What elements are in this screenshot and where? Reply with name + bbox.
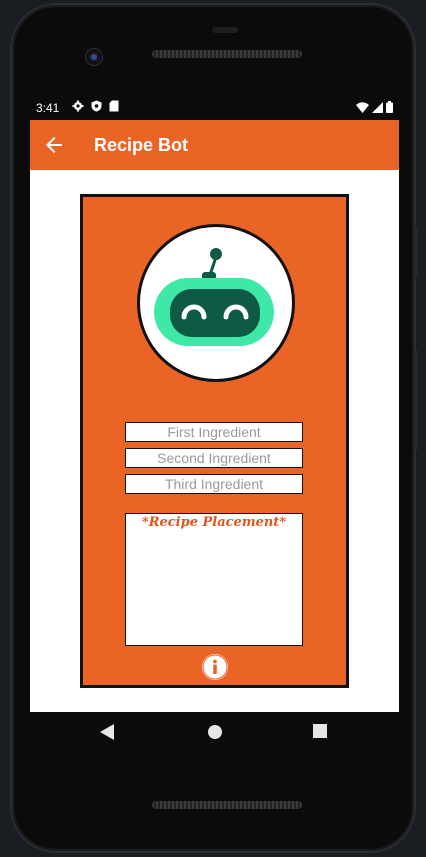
info-icon xyxy=(202,654,228,680)
app-screen: 3:41 Recipe Bot First Ingredient Second … xyxy=(30,96,399,712)
recipe-placeholder-text: *Recipe Placement* xyxy=(141,515,287,530)
sd-card-icon xyxy=(109,100,119,112)
app-title: Recipe Bot xyxy=(94,135,189,155)
third-ingredient-input[interactable] xyxy=(125,474,303,494)
info-button[interactable] xyxy=(202,654,228,680)
volume-button xyxy=(414,350,418,450)
home-circle-icon[interactable] xyxy=(207,724,223,740)
recipe-card: *Recipe Placement* xyxy=(80,194,349,688)
top-speaker xyxy=(152,50,302,58)
front-sensor xyxy=(212,27,238,33)
battery-icon xyxy=(386,101,393,113)
app-bar: Recipe Bot xyxy=(30,120,399,170)
recipe-output-box: *Recipe Placement* xyxy=(125,513,303,646)
bot-avatar xyxy=(137,224,295,382)
bottom-speaker xyxy=(152,801,302,809)
signal-icon xyxy=(372,101,383,113)
recents-square-icon[interactable] xyxy=(313,724,327,738)
robot-icon xyxy=(154,248,274,346)
status-time: 3:41 xyxy=(36,101,60,115)
front-camera xyxy=(86,49,102,65)
gear-icon xyxy=(72,100,84,112)
power-button xyxy=(414,227,418,277)
back-triangle-icon[interactable] xyxy=(100,724,114,740)
first-ingredient-input[interactable] xyxy=(125,422,303,442)
system-nav-bar xyxy=(30,712,399,756)
status-bar: 3:41 xyxy=(30,96,399,120)
arrow-left-icon[interactable] xyxy=(42,133,66,157)
wifi-icon xyxy=(356,101,369,113)
second-ingredient-input[interactable] xyxy=(125,448,303,468)
shield-icon xyxy=(91,100,102,112)
